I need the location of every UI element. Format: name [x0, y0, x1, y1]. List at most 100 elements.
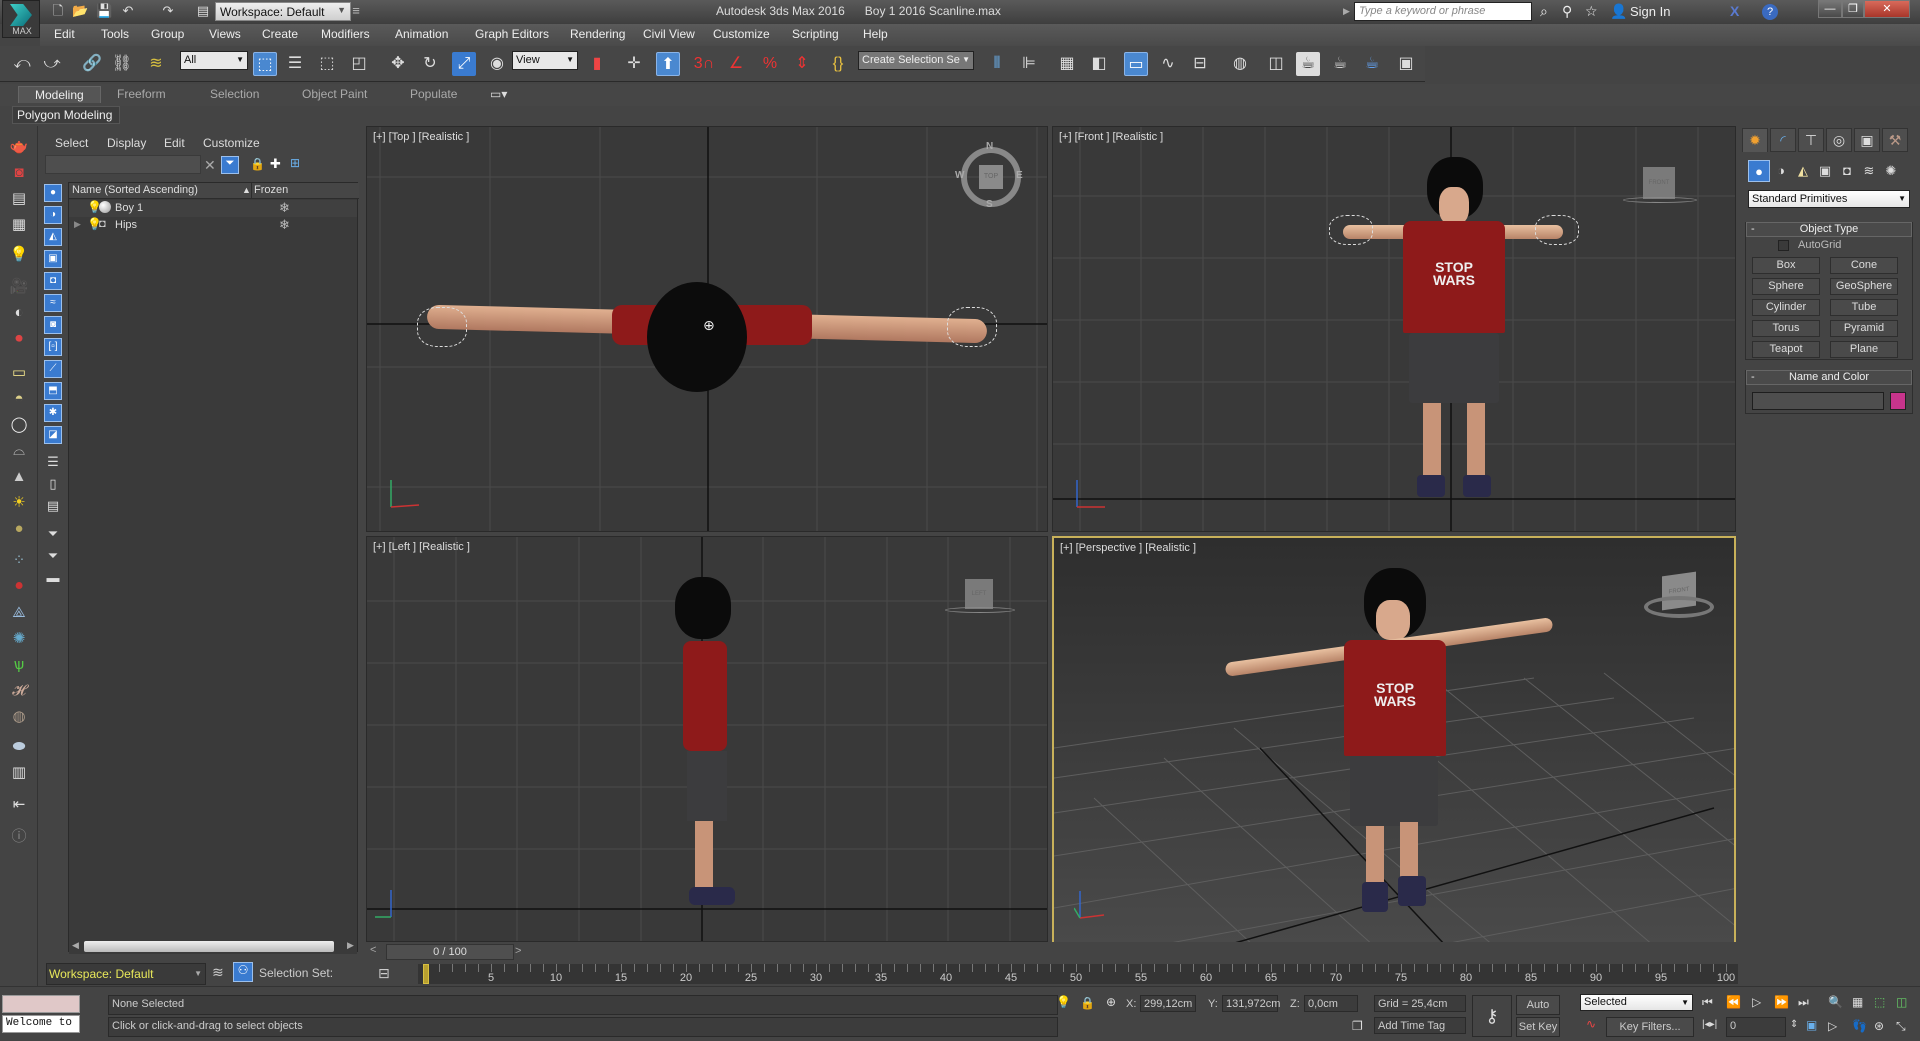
cloud-icon[interactable]: ✺	[7, 628, 31, 650]
snowflake-icon[interactable]: ❄	[279, 217, 290, 233]
geosphere-button[interactable]: GeoSphere	[1830, 278, 1898, 295]
menu-tools[interactable]: Tools	[101, 27, 129, 41]
curve-editor-key-icon[interactable]: ∿	[1586, 1017, 1596, 1031]
mirror-icon[interactable]: ⫴	[985, 52, 1009, 76]
menu-civil-view[interactable]: Civil View	[643, 27, 695, 41]
zoom-extents-all-icon[interactable]: ◫	[1896, 995, 1907, 1009]
cameras-icon[interactable]: ▣	[1814, 160, 1836, 182]
link-icon[interactable]: 🔗	[80, 52, 104, 76]
helpers-icon[interactable]: ◘	[1836, 160, 1858, 182]
column-header-frozen[interactable]: Frozen	[254, 184, 288, 196]
close-button[interactable]: ✕	[1864, 0, 1910, 18]
zoom-extents-icon[interactable]: ⬚	[1874, 995, 1885, 1009]
wireframe-icon[interactable]: ⟁	[7, 602, 31, 624]
tab-create-icon[interactable]: ✹	[1742, 128, 1768, 152]
tab-utilities-icon[interactable]: ⚒	[1882, 128, 1908, 152]
cylinder-button[interactable]: Cylinder	[1752, 299, 1820, 316]
minimize-button[interactable]: —	[1818, 0, 1842, 18]
help-search-input[interactable]: Type a keyword or phrase	[1354, 2, 1532, 21]
selection-filter-dropdown[interactable]: All ▼	[180, 51, 248, 70]
explorer-search-input[interactable]	[45, 155, 201, 174]
menu-views[interactable]: Views	[209, 27, 241, 41]
key-mode-toggle-icon[interactable]: |◂▸|	[1702, 1019, 1717, 1030]
viewcube-face[interactable]: FRONT	[1643, 167, 1675, 199]
keyboard-shortcut-override-icon[interactable]: ⬆	[656, 52, 680, 76]
column-divider[interactable]	[251, 183, 252, 199]
render-window-icon[interactable]: ◙	[7, 162, 31, 184]
z-coordinate-input[interactable]: 0,0cm	[1304, 995, 1358, 1012]
filter-hidden-icon[interactable]: ◪	[44, 426, 62, 444]
subscription-icon[interactable]: ⚲	[1562, 3, 1572, 20]
reference-coord-dropdown[interactable]: View ▼	[512, 51, 578, 70]
viewport-label[interactable]: [+] [Perspective ] [Realistic ]	[1060, 542, 1196, 554]
viewport-label[interactable]: [+] [Left ] [Realistic ]	[373, 541, 470, 553]
help-icon[interactable]: ?	[1762, 4, 1778, 20]
camera-target-icon[interactable]: ◐	[7, 302, 31, 324]
next-frame-icon[interactable]: ⏩	[1774, 995, 1789, 1009]
filter-frozen-icon[interactable]: ✱	[44, 404, 62, 422]
x-coordinate-input[interactable]: 299,12cm	[1140, 995, 1196, 1012]
y-coordinate-input[interactable]: 131,972cm	[1222, 995, 1280, 1012]
character-model[interactable]: STOP WARS	[1224, 560, 1554, 920]
cone-button[interactable]: Cone	[1830, 257, 1898, 274]
tab-modify-icon[interactable]: ◜	[1770, 128, 1796, 152]
unlink-icon[interactable]: ⛓	[110, 52, 134, 76]
lock-icon[interactable]: 🔒	[250, 157, 265, 171]
place-icon[interactable]: ◉	[485, 52, 509, 76]
cone-icon[interactable]: ▲	[7, 466, 31, 488]
toggle-scene-explorer-icon[interactable]: ▦	[1055, 52, 1079, 76]
sun-icon[interactable]: ☀	[7, 492, 31, 514]
character-model[interactable]: STOP WARS	[1329, 157, 1579, 507]
go-to-start-icon[interactable]: ⏮	[1702, 995, 1713, 1010]
batch-render-icon[interactable]: ▥	[7, 762, 31, 784]
tab-display-icon[interactable]: ▣	[1854, 128, 1880, 152]
snaps-toggle-icon[interactable]: 3∩	[692, 52, 716, 76]
rollout-header[interactable]: - Object Type	[1746, 222, 1912, 237]
layer-explorer-icon[interactable]: ◧	[1087, 52, 1111, 76]
display-invert-icon[interactable]: ▤	[44, 498, 62, 516]
scroll-right-icon[interactable]: ▶	[347, 940, 354, 951]
filter-spacewarps-icon[interactable]: ≈	[44, 294, 62, 312]
ribbon-panel-polygon-modeling[interactable]: Polygon Modeling	[12, 106, 120, 124]
camera-red-icon[interactable]: ⏺	[7, 328, 31, 350]
time-slider[interactable]: 0 / 100	[386, 944, 514, 960]
ribbon-options-icon[interactable]: ▭▾	[490, 87, 507, 101]
layers-icon[interactable]: ≋	[212, 964, 224, 981]
redo-icon[interactable]: ⤻	[40, 52, 64, 76]
viewport-top[interactable]: [+] [Top ] [Realistic ] ⊕ TOP N E S W	[366, 126, 1048, 532]
curve-editor-icon[interactable]: ∿	[1156, 52, 1180, 76]
molecule-icon[interactable]: ⚫	[7, 576, 31, 598]
viewcube-ring[interactable]	[1644, 596, 1714, 618]
maxscript-listener-pink[interactable]	[2, 995, 80, 1013]
display-all-icon[interactable]: ☰	[44, 454, 62, 472]
frame-spinner-icon[interactable]: ⇕	[1790, 1019, 1798, 1030]
menu-customize[interactable]: Customize	[713, 27, 770, 41]
edit-named-selection-icon[interactable]: {}	[826, 52, 850, 76]
menu-graph-editors[interactable]: Graph Editors	[475, 27, 549, 41]
teapot-button[interactable]: Teapot	[1752, 341, 1820, 358]
tab-hierarchy-icon[interactable]: ⊤	[1798, 128, 1824, 152]
percent-snap-icon[interactable]: %	[758, 52, 782, 76]
scale-icon[interactable]: ⤢	[452, 52, 476, 76]
omni-light-icon[interactable]: ◯	[7, 414, 31, 436]
help-circle-icon[interactable]: ⓘ	[7, 826, 31, 848]
filter-shapes-icon[interactable]: ◑	[44, 206, 62, 224]
menu-animation[interactable]: Animation	[395, 27, 448, 41]
shapes-icon[interactable]: ◑	[1770, 160, 1792, 182]
select-by-name-icon[interactable]: ☰	[283, 52, 307, 76]
display-none-icon[interactable]: ▯	[44, 476, 62, 494]
render-in-cloud-icon[interactable]: ☕	[1360, 52, 1384, 76]
prev-frame-icon[interactable]: <	[370, 944, 376, 956]
tab-freeform[interactable]: Freeform	[117, 87, 166, 101]
viewport-label[interactable]: [+] [Front ] [Realistic ]	[1059, 131, 1163, 143]
character-model[interactable]	[417, 282, 997, 427]
material-editor-icon[interactable]: ◍	[1228, 52, 1252, 76]
column-header-name[interactable]: Name (Sorted Ascending)	[72, 184, 198, 196]
snowflake-icon[interactable]: ❄	[279, 200, 290, 216]
viewcube-face[interactable]: LEFT	[965, 579, 993, 609]
render-setup-icon[interactable]: ◫	[1264, 52, 1288, 76]
object-name[interactable]: Hips	[115, 219, 137, 231]
sign-in-button[interactable]: Sign In	[1630, 4, 1670, 19]
object-name-input[interactable]	[1752, 392, 1884, 410]
funnel-list-icon[interactable]: ⏷	[44, 548, 62, 566]
